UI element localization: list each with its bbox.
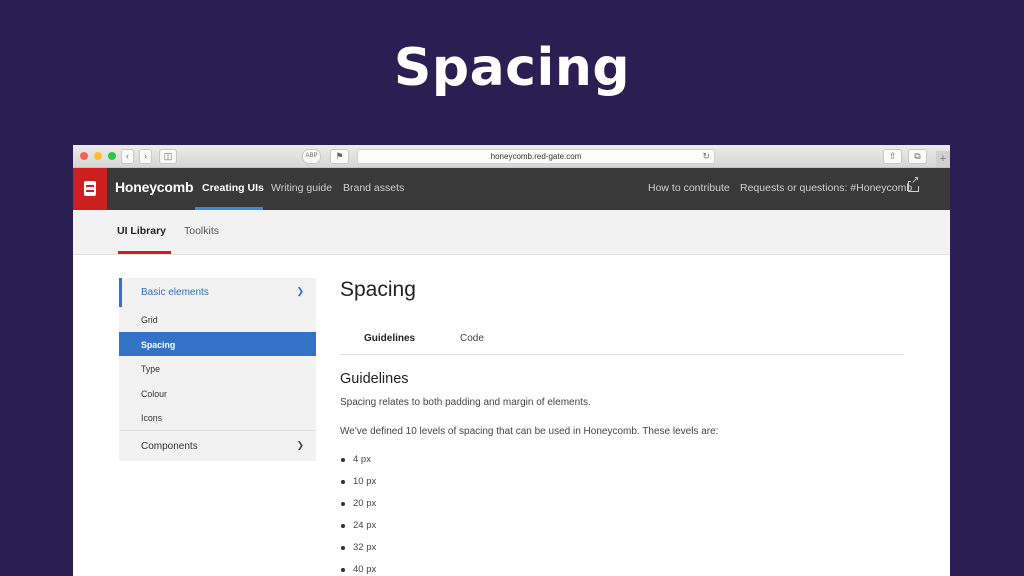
minimize-window-button[interactable] — [94, 152, 102, 160]
tabs-divider — [340, 354, 904, 355]
address-bar[interactable]: honeycomb.red-gate.com ↻ — [357, 149, 715, 164]
site-navbar: Honeycomb Creating UIs Writing guide Bra… — [73, 168, 950, 210]
browser-window: ‹ › ◫ ABP ⚑ honeycomb.red-gate.com ↻ ⇧ ⧉… — [73, 145, 950, 576]
forward-icon[interactable]: › — [139, 149, 152, 164]
list-item: 10 px — [340, 476, 376, 498]
sidebar-item-label: Icons — [141, 413, 163, 423]
sidebar-item-grid[interactable]: Grid — [119, 307, 316, 332]
section-title: Guidelines — [340, 371, 409, 387]
close-window-button[interactable] — [80, 152, 88, 160]
browser-toolbar: ‹ › ◫ ABP ⚑ honeycomb.red-gate.com ↻ ⇧ ⧉… — [73, 145, 950, 168]
chevron-down-icon: ❯ — [296, 286, 304, 296]
url-text: honeycomb.red-gate.com — [490, 152, 582, 161]
sidebar-section-label: Basic elements — [141, 287, 209, 298]
sidebar-section-label: Components — [141, 440, 198, 452]
chevron-down-icon: ❯ — [296, 439, 304, 450]
sidebar-item-type[interactable]: Type — [119, 356, 316, 381]
nav-creating-uis[interactable]: Creating UIs — [202, 182, 264, 194]
sidebar-item-label: Type — [141, 364, 161, 374]
share-icon[interactable]: ⇧ — [883, 149, 902, 164]
active-subtab-indicator — [118, 251, 171, 254]
tab-toolkits[interactable]: Toolkits — [184, 225, 219, 237]
new-tab-icon[interactable]: + — [936, 151, 950, 167]
sidebar-toggle-icon[interactable]: ◫ — [159, 149, 177, 164]
nav-brand-assets[interactable]: Brand assets — [343, 182, 404, 194]
nav-writing-guide[interactable]: Writing guide — [271, 182, 332, 194]
external-link-icon[interactable] — [908, 176, 920, 192]
sidebar-item-colour[interactable]: Colour — [119, 381, 316, 406]
slide-title: Spacing — [393, 38, 631, 98]
page-title: Spacing — [340, 278, 416, 301]
tabs-overview-icon[interactable]: ⧉ — [908, 149, 927, 164]
tab-ui-library[interactable]: UI Library — [117, 225, 166, 237]
sidebar-section-components[interactable]: Components ❯ — [119, 429, 316, 461]
brand-name[interactable]: Honeycomb — [115, 179, 194, 195]
logo-icon — [84, 181, 96, 196]
tab-guidelines[interactable]: Guidelines — [364, 333, 415, 344]
tab-code[interactable]: Code — [460, 333, 484, 344]
tools-icon[interactable]: ⚑ — [330, 149, 349, 164]
list-item: 24 px — [340, 520, 376, 542]
sidebar-item-spacing[interactable]: Spacing — [119, 331, 316, 356]
list-item: 32 px — [340, 542, 376, 564]
sub-navbar: UI Library Toolkits — [73, 210, 950, 255]
paragraph: We've defined 10 levels of spacing that … — [340, 426, 719, 437]
reload-icon[interactable]: ↻ — [702, 150, 710, 163]
sidebar: Basic elements ❯ Grid Spacing Type Colou… — [119, 278, 316, 461]
list-item: 20 px — [340, 498, 376, 520]
nav-how-to-contribute[interactable]: How to contribute — [648, 182, 730, 194]
list-item: 40 px — [340, 564, 376, 576]
sidebar-section-basic-elements[interactable]: Basic elements ❯ — [119, 278, 316, 307]
sidebar-item-label: Spacing — [141, 339, 176, 350]
sidebar-item-label: Colour — [141, 388, 167, 399]
spacing-levels-list: 4 px 10 px 20 px 24 px 32 px 40 px — [340, 454, 376, 576]
back-icon[interactable]: ‹ — [121, 149, 134, 164]
honeycomb-logo[interactable] — [73, 168, 107, 210]
nav-requests-link[interactable]: Requests or questions: #Honeycomb — [740, 182, 912, 194]
paragraph: Spacing relates to both padding and marg… — [340, 397, 591, 408]
sidebar-item-icons[interactable]: Icons — [119, 405, 316, 430]
zoom-window-button[interactable] — [108, 152, 116, 160]
list-item: 4 px — [340, 454, 376, 476]
privacy-badge-icon[interactable]: ABP — [302, 149, 321, 164]
sidebar-item-label: Grid — [141, 315, 158, 325]
